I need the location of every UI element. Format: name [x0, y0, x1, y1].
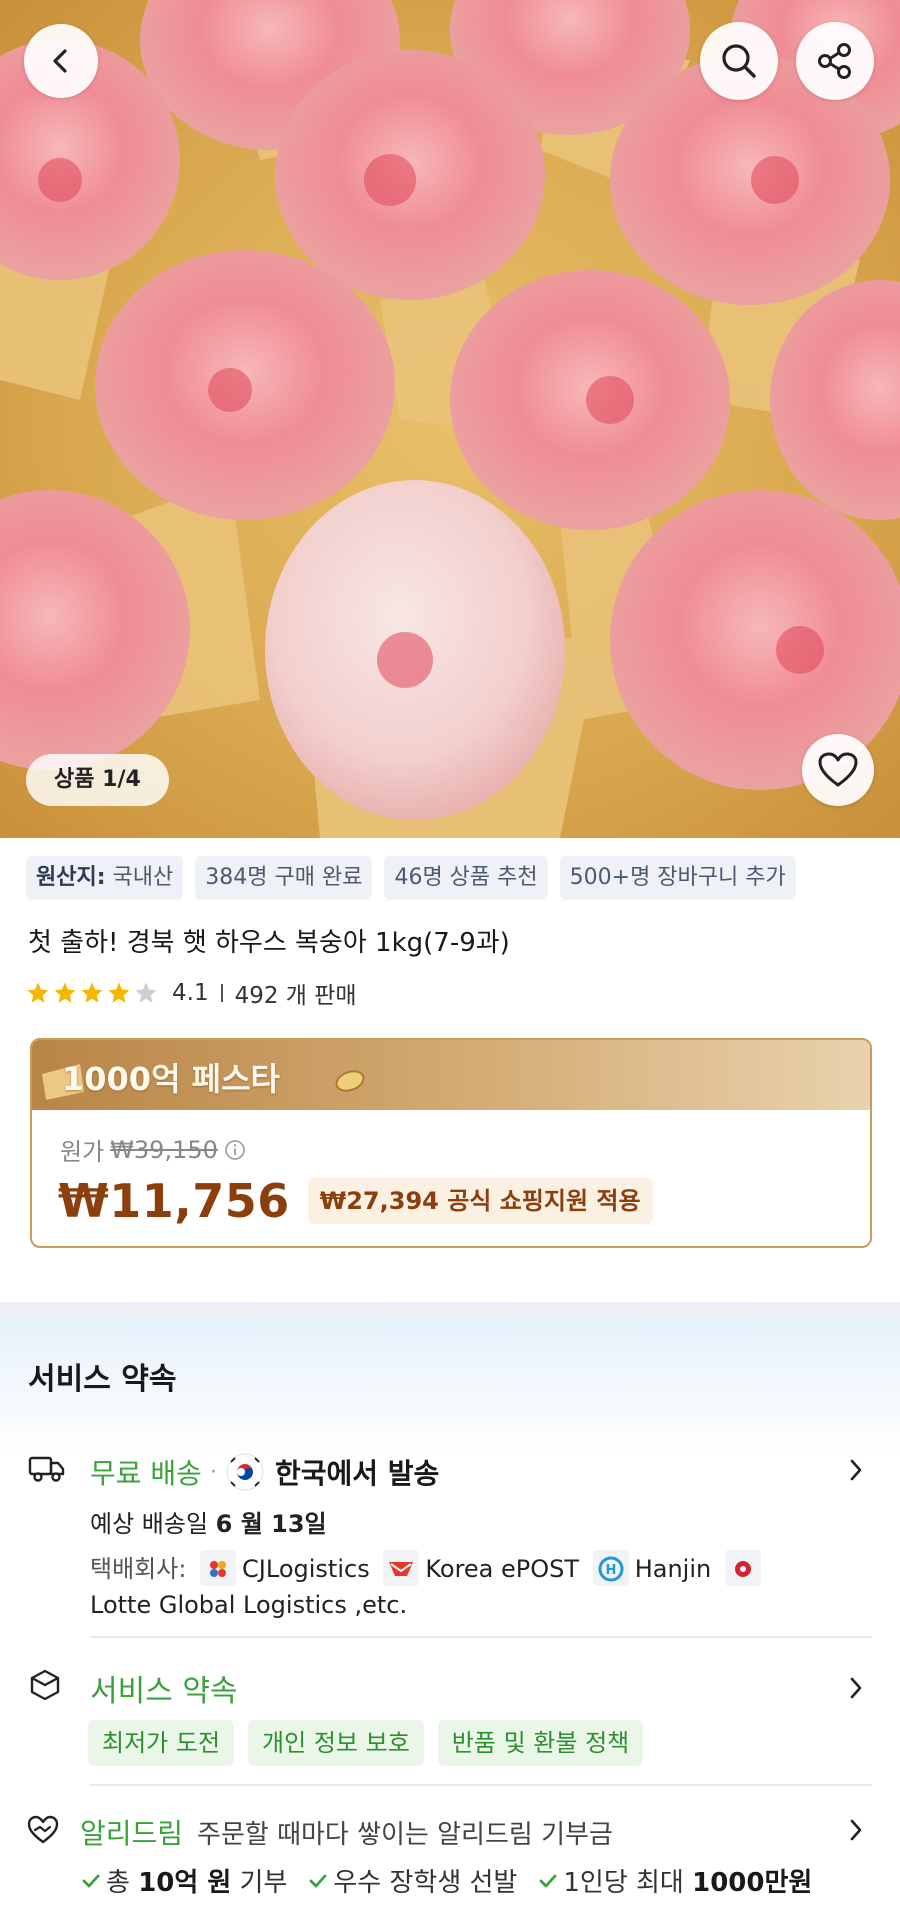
alidream-row[interactable]: 알리드림 주문할 때마다 쌓이는 알리드림 기부금 — [80, 1812, 613, 1852]
wishlist-button[interactable] — [802, 734, 874, 806]
eta-label: 예상 배송일 — [90, 1510, 209, 1538]
dot-separator: · — [209, 1459, 217, 1485]
cj-logistics-logo-icon — [200, 1550, 237, 1586]
star-icon — [27, 982, 49, 1003]
check-icon — [539, 1874, 557, 1887]
search-icon — [722, 44, 756, 78]
service-section-title: 서비스 약속 — [28, 1362, 177, 1397]
festa-banner: 1000억 페스타 — [32, 1040, 870, 1110]
alidream-subtitle: 주문할 때마다 쌓이는 알리드림 기부금 — [197, 1819, 613, 1850]
row-divider — [90, 1636, 872, 1638]
benefit-bold: 10억 원 — [138, 1868, 232, 1898]
benefit-text: 총 — [106, 1868, 139, 1898]
festa-title: 1000억 페스타 — [62, 1060, 280, 1098]
courier-hanjin: Hanjin — [634, 1555, 712, 1583]
benefit-item: 1인당 최대 1000만원 — [539, 1862, 812, 1899]
benefit-item: 총 10억 원 기부 — [82, 1862, 287, 1899]
shipping-row[interactable]: 무료 배송 · 한국에서 발송 — [90, 1452, 439, 1492]
product-photo-peaches — [0, 0, 900, 838]
product-title: 첫 출하! 경북 햇 하우스 복숭아 1kg(7-9과) — [28, 928, 510, 958]
chip-lowest-price[interactable]: 최저가 도전 — [88, 1720, 235, 1766]
promise-chips: 최저가 도전 개인 정보 보호 반품 및 환불 정책 — [88, 1720, 644, 1766]
search-button[interactable] — [700, 22, 778, 100]
star-icon — [54, 982, 76, 1003]
original-price-label: 원가 — [60, 1138, 105, 1166]
star-icon — [108, 982, 130, 1003]
origin-tag: 원산지: 국내산 — [26, 856, 184, 900]
origin-value: 국내산 — [112, 865, 174, 890]
original-price: ₩39,150 — [110, 1135, 218, 1164]
benefit-text: 1인당 최대 — [563, 1868, 693, 1898]
divider — [220, 984, 223, 1002]
benefit-bold: 1000만원 — [692, 1868, 813, 1898]
sale-price: ₩11,756 — [58, 1174, 290, 1228]
svg-text:H: H — [605, 1563, 616, 1578]
courier-more: Lotte Global Logistics ,etc. — [90, 1591, 408, 1619]
estimated-delivery: 예상 배송일 6 월 13일 — [90, 1504, 327, 1539]
origin-label: 원산지: — [36, 865, 106, 890]
chevron-right-icon[interactable] — [848, 1818, 864, 1842]
chip-privacy[interactable]: 개인 정보 보호 — [248, 1720, 424, 1766]
star-icon — [81, 982, 103, 1003]
courier-label: 택배회사: — [90, 1555, 187, 1583]
benefit-item: 우수 장학생 선발 — [309, 1862, 517, 1899]
chevron-right-icon[interactable] — [848, 1676, 864, 1700]
courier-cj: CJLogistics — [242, 1555, 370, 1583]
truck-icon — [28, 1456, 65, 1482]
service-promise-row[interactable]: 서비스 약속 — [90, 1666, 238, 1710]
cart-count-tag: 500+명 장바구니 추가 — [559, 856, 796, 900]
star-empty-icon — [135, 982, 157, 1003]
back-button[interactable] — [24, 24, 98, 98]
star-rating — [26, 981, 158, 1005]
chevron-right-icon[interactable] — [848, 1458, 864, 1482]
rating-value: 4.1 — [172, 980, 209, 1006]
original-price-row: 원가 ₩39,150 — [60, 1132, 246, 1167]
recommend-count-tag: 46명 상품 추천 — [384, 856, 548, 900]
benefit-text: 우수 장학생 선발 — [333, 1868, 518, 1898]
free-shipping-label: 무료 배송 — [90, 1457, 202, 1490]
product-tags: 원산지: 국내산 384명 구매 완료 46명 상품 추천 500+명 장바구니… — [26, 856, 796, 900]
korea-flag-icon — [226, 1453, 264, 1491]
price-card[interactable]: 1000억 페스타 원가 ₩39,150 ₩11,756 ₩27,394 공식 … — [30, 1038, 872, 1248]
benefit-text: 기부 — [231, 1868, 288, 1898]
check-icon — [309, 1874, 327, 1887]
heart-hand-icon — [27, 1815, 59, 1844]
lotte-logo-icon — [724, 1550, 761, 1586]
rating-row[interactable]: 4.1 492 개 판매 — [26, 976, 357, 1010]
ship-from-label: 한국에서 발송 — [274, 1457, 440, 1490]
info-icon[interactable] — [224, 1139, 246, 1161]
image-counter: 상품 1/4 — [26, 754, 169, 806]
sold-count: 492 개 판매 — [234, 983, 357, 1009]
alidream-title: 알리드림 — [80, 1817, 184, 1850]
share-icon — [818, 43, 851, 79]
courier-epost: Korea ePOST — [425, 1555, 580, 1583]
korea-epost-logo-icon — [383, 1550, 420, 1586]
check-icon — [82, 1874, 100, 1887]
shopping-support-badge: ₩27,394 공식 쇼핑지원 적용 — [307, 1178, 653, 1224]
coin-icon — [335, 1070, 365, 1092]
purchase-count-tag: 384명 구매 완료 — [195, 856, 373, 900]
row-divider — [90, 1784, 872, 1786]
heart-icon — [818, 752, 858, 787]
courier-list: 택배회사: CJLogistics Korea ePOST H Hanjin L… — [90, 1550, 790, 1622]
shield-box-icon — [30, 1669, 60, 1701]
chevron-left-icon — [53, 49, 67, 73]
share-button[interactable] — [796, 22, 874, 100]
product-image-gallery[interactable]: 상품 1/4 — [0, 0, 900, 838]
eta-value: 6 월 13일 — [215, 1510, 327, 1538]
alidream-benefits: 총 10억 원 기부 우수 장학생 선발 1인당 최대 1000만원 — [82, 1862, 812, 1899]
sale-price-row: ₩11,756 ₩27,394 공식 쇼핑지원 적용 — [58, 1174, 653, 1228]
hanjin-logo-icon: H — [592, 1550, 629, 1586]
section-divider — [0, 1302, 900, 1316]
chip-return-policy[interactable]: 반품 및 환불 정책 — [437, 1720, 644, 1766]
